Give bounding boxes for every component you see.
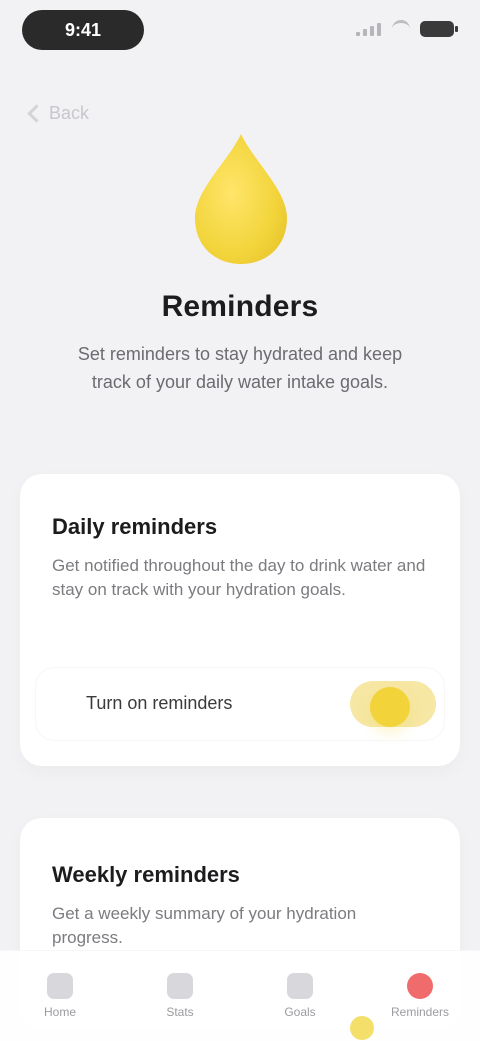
status-time-text: 9:41	[64, 19, 102, 40]
wifi-icon	[392, 20, 410, 37]
toggle-knob	[370, 687, 410, 727]
battery-icon	[420, 20, 458, 37]
page-title: Reminders	[161, 290, 319, 323]
chart-icon	[167, 973, 193, 999]
status-time: 9:41	[22, 10, 144, 50]
tab-home-label: Home	[43, 1005, 76, 1019]
hero: Reminders Set reminders to stay hydrated…	[0, 120, 480, 420]
water-drop-icon	[195, 134, 287, 264]
tab-goals[interactable]: Goals	[260, 961, 340, 1031]
tab-reminders-label: Reminders	[390, 1005, 450, 1019]
active-tab-indicator	[350, 1016, 374, 1040]
tab-stats[interactable]: Stats	[140, 961, 220, 1031]
weekly-reminders-description: Get a weekly summary of your hydration p…	[52, 904, 357, 947]
tab-goals-label: Goals	[284, 1005, 316, 1019]
reminder-toggle-label: Turn on reminders	[86, 693, 233, 713]
page-description: Set reminders to stay hydrated and keep …	[77, 344, 403, 392]
status-icons	[356, 20, 458, 37]
signal-icon	[356, 22, 382, 36]
tab-stats-label: Stats	[166, 1005, 194, 1019]
weekly-reminders-title: Weekly reminders	[52, 862, 240, 887]
bell-icon	[407, 973, 433, 999]
reminder-toggle-row[interactable]: Turn on reminders	[36, 668, 444, 740]
daily-reminders-card: Daily reminders Get notified throughout …	[20, 474, 460, 766]
reminders-toggle[interactable]	[350, 681, 436, 727]
daily-reminders-description: Get notified throughout the day to drink…	[52, 556, 426, 599]
status-bar: 9:41	[0, 0, 480, 64]
home-icon	[47, 973, 73, 999]
tab-reminders[interactable]: Reminders	[380, 961, 460, 1031]
target-icon	[287, 973, 313, 999]
tab-home[interactable]: Home	[20, 961, 100, 1031]
daily-reminders-title: Daily reminders	[52, 514, 218, 539]
tab-bar: Home Stats Goals Reminders	[0, 950, 480, 1041]
